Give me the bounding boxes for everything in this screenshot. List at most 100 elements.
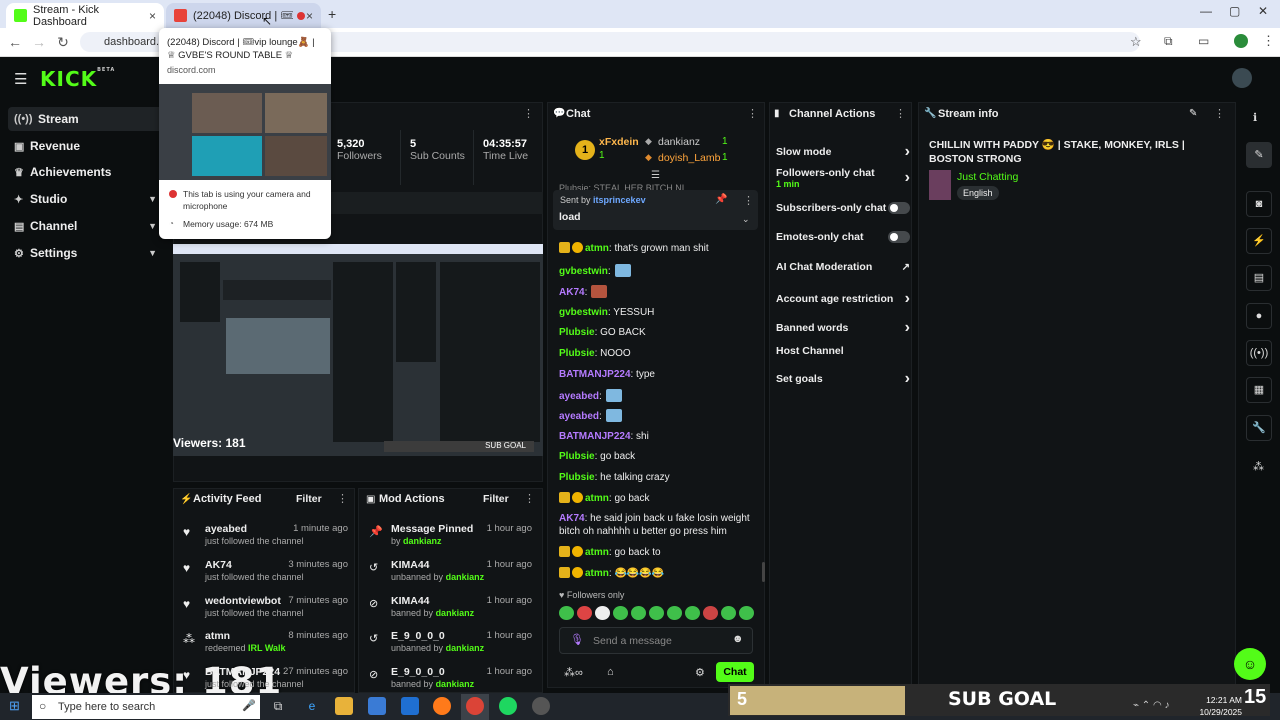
emote-icon[interactable] [613,606,628,620]
spotify-icon[interactable] [499,697,517,715]
channel-action-item[interactable]: Emotes-only chat [776,231,910,243]
close-tab-icon[interactable]: × [149,9,156,23]
category-thumbnail[interactable] [929,170,951,200]
kick-logo[interactable]: KICKBETA [40,67,115,91]
tray-icons[interactable]: ⌁ ⌃ ◠ ♪ [1133,700,1169,711]
chat-username[interactable]: Plubsie [559,451,595,462]
chevron-down-icon[interactable]: ⌄ [742,214,750,225]
media-icon[interactable]: ▭ [1198,34,1209,48]
filter-icon[interactable]: ☰ [651,170,660,181]
activity-username[interactable]: wedontviewbot [205,595,281,607]
sidebar-item-settings[interactable]: ⚙ Settings ▼ [8,241,163,265]
activity-filter-button[interactable]: Filter [296,493,322,505]
chat-settings-icon[interactable]: ⚙ [695,666,705,679]
sidebar-item-achievements[interactable]: ♛ Achievements [8,160,163,184]
top-gifter-name[interactable]: xFxdein [599,136,639,148]
chat-message[interactable]: ayeabed: [559,409,759,423]
pinned-menu-icon[interactable]: ⋮ [743,194,754,207]
channel-action-item[interactable]: Slow mode › [776,143,910,161]
edge-icon[interactable]: e [303,697,321,715]
star-icon[interactable]: ☆ [1130,34,1142,50]
mod-action-item[interactable]: ↺ KIMA44 1 hour ago unbanned by dankianz [369,559,532,587]
channel-action-item[interactable]: Followers-only chat 1 min › [776,167,910,189]
activity-username[interactable]: AK74 [205,559,232,571]
chat-message[interactable]: atmn: go back [559,492,759,505]
chat-message[interactable]: atmn: 😂😂😂😂 [559,567,759,580]
chat-username[interactable]: AK74 [559,513,585,524]
edit-layout-icon[interactable]: ✎ [1246,142,1272,168]
back-arrow-icon[interactable]: ← [4,31,26,53]
pin-icon[interactable]: 📌 [715,194,727,205]
mod-filter-button[interactable]: Filter [483,493,509,505]
chat-panel-icon[interactable]: ● [1246,303,1272,329]
microphone-icon[interactable]: 🎤 [242,699,256,712]
chat-username[interactable]: BATMANJP224 [559,431,631,442]
channel-action-item[interactable]: Banned words › [776,319,910,337]
chat-username[interactable]: ayeabed [559,411,599,422]
moderator-name[interactable]: dankianz [403,536,442,546]
channel-action-item[interactable]: AI Chat Moderation ↗ [776,261,910,273]
broadcast-panel-icon[interactable]: ((•)) [1246,340,1272,366]
preview-menu-icon[interactable]: ⋮ [523,107,534,120]
chat-message[interactable]: atmn: that's grown man shit [559,242,759,255]
activity-username[interactable]: BATMANJP224 [205,666,280,678]
channel-action-item[interactable]: Set goals › [776,370,910,388]
chat-message[interactable]: atmn: go back to [559,546,759,559]
chat-username[interactable]: atmn [585,568,609,579]
quick-chat-button[interactable]: ☺ [1234,648,1266,680]
edit-icon[interactable]: ✎ [1189,108,1197,119]
chat-username[interactable]: atmn [585,493,609,504]
chat-message[interactable]: gvbestwin: YESSUH [559,306,759,319]
emote-icon[interactable] [721,606,736,620]
maximize-button[interactable]: ▢ [1229,4,1240,18]
emote-icon[interactable] [739,606,754,620]
chat-message[interactable]: Plubsie: GO BACK [559,326,759,339]
chrome-icon[interactable] [466,697,484,715]
menu-dots-icon[interactable]: ⋮ [1262,33,1275,49]
sidebar-item-channel[interactable]: ▤ Channel ▼ [8,214,163,238]
mail-icon[interactable] [401,697,419,715]
tab-kick-dashboard[interactable]: Stream - Kick Dashboard × [6,3,164,28]
emoji-icon[interactable]: ☻ [732,633,744,645]
chat-message[interactable]: AK74: he said join back u fake losin wei… [559,512,759,538]
activity-username[interactable]: atmn [205,630,230,642]
moderator-name[interactable]: dankianz [446,643,485,653]
channel-actions-menu-icon[interactable]: ⋮ [895,107,906,120]
obs-icon[interactable] [532,697,550,715]
activity-item[interactable]: ♥ AK74 3 minutes ago just followed the chan… [183,559,348,587]
close-window-button[interactable]: ✕ [1258,4,1268,18]
sidebar-item-stream[interactable]: ((•)) Stream [8,107,163,131]
store-app-icon[interactable] [368,697,386,715]
chat-username[interactable]: gvbestwin [559,266,608,277]
sidebar-item-studio[interactable]: ✦ Studio ▼ [8,187,163,211]
close-tab-icon[interactable]: × [306,9,313,23]
emote-icon[interactable] [577,606,592,620]
camera-panel-icon[interactable]: ◙ [1246,191,1272,217]
store-icon[interactable]: ⌂ [607,666,614,678]
activity-menu-icon[interactable]: ⋮ [337,492,348,505]
stream-info-menu-icon[interactable]: ⋮ [1214,107,1225,120]
emote-icon[interactable] [595,606,610,620]
emote-icon[interactable] [631,606,646,620]
mod-action-item[interactable]: ⊘ E_9_0_0_0 1 hour ago banned by dankianz [369,666,532,694]
hamburger-menu-icon[interactable]: ☰ [14,70,27,88]
send-chat-button[interactable]: Chat [716,662,754,682]
sidebar-item-revenue[interactable]: ▣ Revenue [8,134,163,158]
emote-icon[interactable] [559,606,574,620]
extensions-icon[interactable]: ⧉ [1164,34,1173,49]
toggle-switch[interactable] [888,202,910,214]
chat-username[interactable]: BATMANJP224 [559,369,631,380]
tab-discord[interactable]: (22048) Discord | 🎟vip lou × [166,3,321,28]
taskbar-time[interactable]: 12:21 AM [1200,695,1242,705]
toggle-switch[interactable] [888,231,910,243]
user-avatar[interactable] [1232,68,1252,88]
info-icon[interactable]: ℹ [1253,111,1257,124]
file-explorer-icon[interactable] [335,697,353,715]
mod-action-item[interactable]: 📌 Message Pinned 1 hour ago by dankianz [369,523,532,551]
tools-panel-icon[interactable]: 🔧 [1246,415,1272,441]
chat-username[interactable]: AK74 [559,287,585,298]
chat-menu-icon[interactable]: ⋮ [747,107,758,120]
activity-item[interactable]: ♥ ayeabed 1 minute ago just followed the ch… [183,523,348,551]
channel-action-item[interactable]: Account age restriction › [776,290,910,308]
chat-message[interactable]: AK74: [559,285,759,299]
